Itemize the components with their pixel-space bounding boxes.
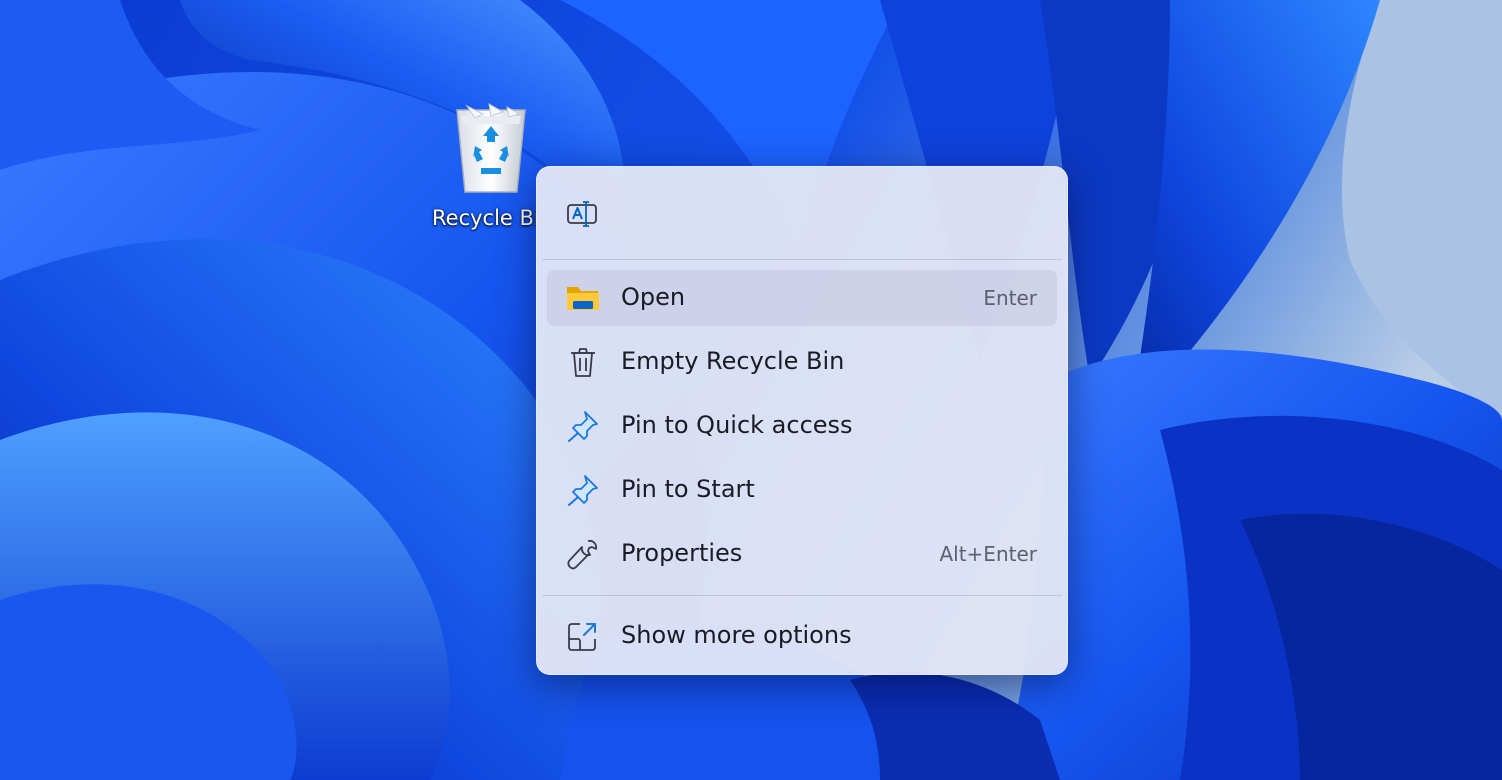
- menu-item-shortcut: Enter: [983, 286, 1037, 310]
- pin-icon: [565, 410, 601, 442]
- menu-item-label: Open: [621, 283, 686, 311]
- rename-icon: [567, 201, 597, 227]
- desktop-icon-label: Recycle Bi: [432, 206, 540, 230]
- menu-item-pin-to-start[interactable]: Pin to Start: [547, 462, 1057, 518]
- menu-item-empty-recycle-bin[interactable]: Empty Recycle Bin: [547, 334, 1057, 390]
- menu-item-label: Pin to Start: [621, 475, 755, 503]
- menu-item-show-more-options[interactable]: Show more options: [547, 608, 1057, 664]
- share-icon: [565, 620, 601, 652]
- context-menu-command-bar: [536, 166, 1068, 259]
- menu-separator: [542, 259, 1062, 260]
- menu-item-properties[interactable]: Properties Alt+Enter: [547, 526, 1057, 582]
- menu-item-label: Pin to Quick access: [621, 411, 853, 439]
- menu-item-pin-to-quick-access[interactable]: Pin to Quick access: [547, 398, 1057, 454]
- rename-button[interactable]: [558, 190, 606, 238]
- menu-item-label: Properties: [621, 539, 743, 567]
- folder-icon: [565, 282, 601, 314]
- menu-item-open[interactable]: Open Enter: [547, 270, 1057, 326]
- recycle-bin-icon: [451, 102, 531, 198]
- menu-item-shortcut: Alt+Enter: [939, 542, 1037, 566]
- menu-item-label: Empty Recycle Bin: [621, 347, 845, 375]
- context-menu: Open Enter Empty Recycle Bin Pin to Quic…: [536, 166, 1068, 675]
- trash-icon: [565, 346, 601, 378]
- menu-item-label: Show more options: [621, 621, 852, 649]
- menu-separator: [542, 595, 1062, 596]
- wrench-icon: [565, 538, 601, 570]
- pin-icon: [565, 474, 601, 506]
